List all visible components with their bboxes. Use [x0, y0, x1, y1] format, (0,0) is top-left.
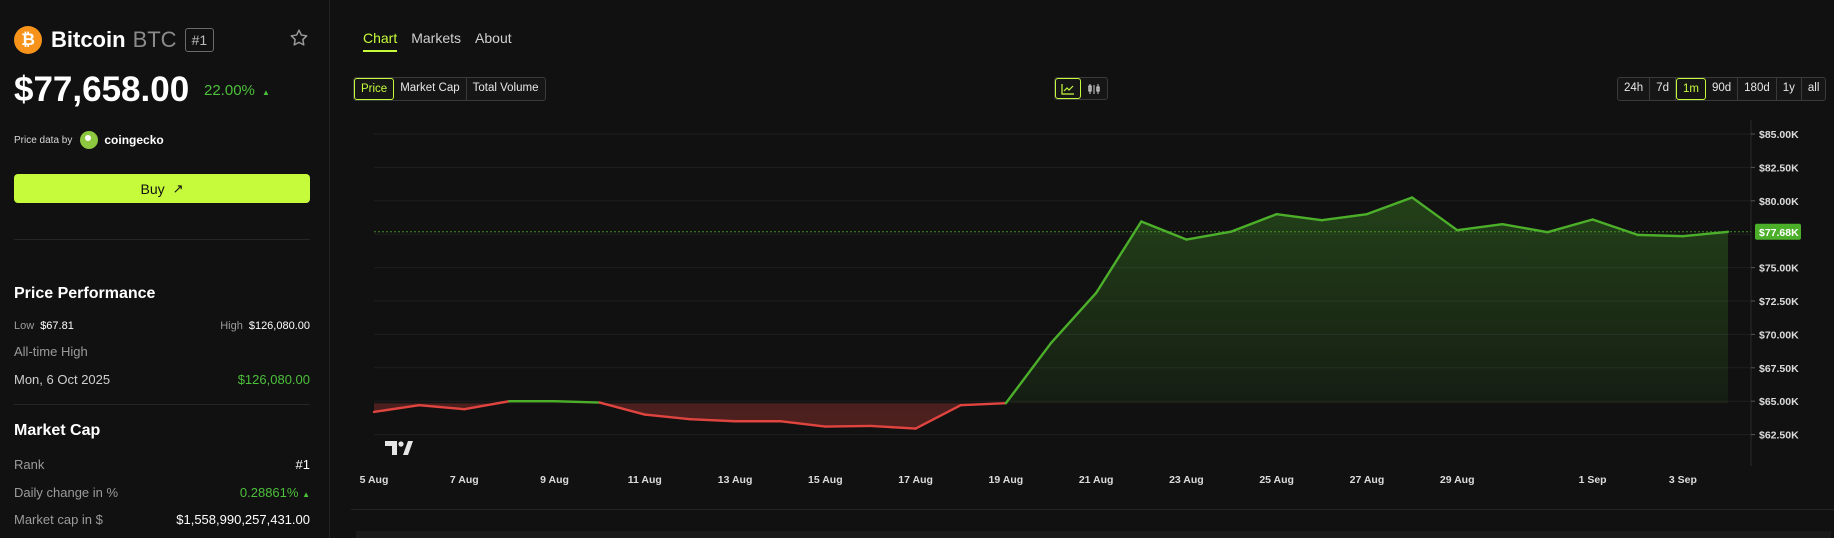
x-tick-label: 21 Aug [1079, 474, 1114, 486]
y-tick-label: $72.50K [1759, 296, 1799, 308]
divider [14, 404, 310, 405]
up-arrow-icon: ▲ [302, 490, 310, 499]
daily-change-label: Daily change in % [14, 485, 119, 500]
main-panel: Chart Markets About Price Market Cap Tot… [331, 0, 1834, 538]
rank-row: Rank #1 [14, 457, 310, 472]
x-tick-label: 7 Aug [450, 474, 479, 486]
x-tick-label: 11 Aug [628, 474, 662, 486]
y-tick-label: $65.00K [1759, 396, 1799, 408]
price-change-value: 22.00% [204, 82, 255, 99]
x-tick-label: 27 Aug [1350, 474, 1385, 486]
price-line-segment [1636, 233, 1685, 238]
high-value: $126,080.00 [248, 320, 310, 332]
x-tick-label: 19 Aug [989, 474, 1024, 486]
coingecko-link[interactable]: coingecko [104, 133, 163, 147]
buy-button-label: Buy [140, 180, 165, 197]
x-tick-label: 29 Aug [1440, 474, 1475, 486]
coin-header: ₿ Bitcoin BTC #1 [14, 26, 215, 54]
high: High $126,080.00 [220, 320, 310, 332]
ath-date: Mon, 6 Oct 2025 [14, 372, 111, 387]
coin-name: Bitcoin [51, 27, 126, 52]
x-tick-label: 1 Sep [1579, 474, 1607, 486]
x-tick-label: 25 Aug [1259, 474, 1294, 486]
external-arrow-icon: ↗ [172, 180, 184, 196]
price-line-segment [824, 424, 872, 428]
y-tick-label: $62.50K [1759, 430, 1799, 442]
low: Low $67.81 [14, 320, 74, 332]
y-tick-label: $75.00K [1759, 263, 1799, 275]
price-data-label: Price data by [14, 134, 73, 146]
favorite-star-icon[interactable] [288, 27, 310, 49]
y-tick-label: $80.00K [1759, 196, 1799, 208]
coin-sidebar: ₿ Bitcoin BTC #1 $77,658.00 22.00% ▲ Pri… [0, 0, 330, 538]
price-data-attribution: Price data by coingecko [14, 131, 164, 149]
x-tick-label: 9 Aug [540, 474, 569, 486]
ath-value: $126,080.00 [237, 372, 310, 387]
market-cap-row: Market cap in $ $1,558,990,257,431.00 [14, 512, 310, 527]
daily-change-value: 0.28861% ▲ [239, 485, 310, 500]
bitcoin-logo-icon: ₿ [14, 26, 42, 54]
x-tick-label: 5 Aug [360, 474, 389, 486]
y-tick-label: $77.68K [1759, 227, 1799, 239]
market-cap-value: $1,558,990,257,431.00 [176, 512, 310, 527]
y-tick-label: $85.00K [1759, 129, 1799, 141]
y-tick-label: $67.50K [1759, 363, 1799, 375]
market-cap-label: Market cap in $ [14, 512, 103, 527]
ath-label: All-time High [14, 344, 88, 359]
panel-footer [356, 531, 1831, 538]
up-arrow-icon: ▲ [262, 88, 270, 97]
buy-button[interactable]: Buy ↗ [14, 174, 310, 203]
rank-value: #1 [295, 457, 310, 472]
divider [351, 509, 1834, 510]
x-tick-label: 3 Sep [1669, 474, 1697, 486]
coingecko-logo-icon [80, 131, 99, 149]
current-price: $77,658.00 [14, 70, 190, 109]
y-tick-label: $82.50K [1759, 162, 1799, 174]
x-tick-label: 17 Aug [898, 474, 933, 486]
x-tick-label: 13 Aug [718, 474, 753, 486]
tradingview-logo-icon [403, 441, 413, 455]
ath-row: Mon, 6 Oct 2025 $126,080.00 [14, 372, 310, 387]
x-tick-label: 15 Aug [808, 474, 843, 486]
low-value: $67.81 [40, 320, 74, 332]
tradingview-logo-icon [385, 441, 397, 455]
rank-badge: #1 [184, 28, 215, 52]
y-tick-label: $70.00K [1759, 329, 1799, 341]
rank-label: Rank [14, 457, 45, 472]
ath-label-row: All-time High [14, 344, 310, 359]
price-performance-title: Price Performance [14, 285, 156, 302]
daily-change-row: Daily change in % 0.28861% ▲ [14, 485, 310, 500]
tradingview-logo-icon [398, 441, 404, 447]
low-high-row: Low $67.81 High $126,080.00 [14, 320, 310, 332]
market-cap-title: Market Cap [14, 422, 101, 439]
x-tick-label: 23 Aug [1169, 474, 1204, 486]
coin-symbol: BTC [132, 27, 177, 52]
price-line-segment [553, 400, 601, 404]
price-change: 22.00% ▲ [204, 82, 270, 99]
divider [14, 239, 310, 240]
price-chart[interactable]: $85.00K $82.50K $80.00K $77.68K $75.00K $72.5… [331, 0, 1834, 538]
